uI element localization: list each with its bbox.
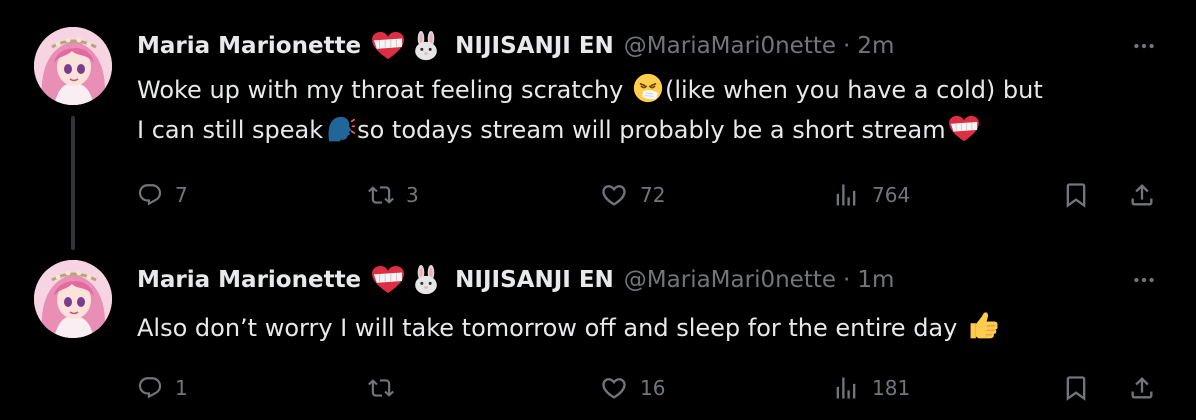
tweet-2[interactable]: Maria Marionette NIJISANJI EN @MariaMari… bbox=[0, 240, 1196, 420]
reply-count: 1 bbox=[175, 376, 188, 400]
tweet-header: Maria Marionette NIJISANJI EN @MariaMari… bbox=[137, 29, 894, 63]
text-segment: (like when you have a cold) but bbox=[664, 76, 1043, 104]
views-icon bbox=[832, 181, 860, 209]
bandaged-heart-emoji bbox=[371, 265, 405, 295]
bandaged-heart-emoji bbox=[371, 31, 405, 61]
views-button[interactable]: 181 bbox=[832, 368, 910, 408]
timestamp[interactable]: 2m bbox=[857, 33, 894, 59]
reply-icon bbox=[137, 182, 163, 208]
like-count: 72 bbox=[640, 183, 666, 207]
author-handle[interactable]: @MariaMari0nette bbox=[624, 33, 836, 59]
bookmark-icon bbox=[1062, 374, 1090, 402]
views-icon bbox=[832, 374, 860, 402]
text-segment: so todays stream will probably be a shor… bbox=[357, 116, 946, 144]
retweet-icon bbox=[368, 182, 394, 208]
more-icon bbox=[1131, 267, 1157, 293]
text-segment: I can still speak bbox=[137, 116, 324, 144]
bookmark-icon bbox=[1062, 181, 1090, 209]
more-options-button[interactable] bbox=[1128, 266, 1160, 294]
thumbs-up-emoji bbox=[967, 309, 999, 341]
tweet-text: Woke up with my throat feeling scratchy … bbox=[137, 70, 1177, 150]
more-icon bbox=[1131, 33, 1157, 59]
tweet-1[interactable]: Maria Marionette NIJISANJI EN @MariaMari… bbox=[0, 0, 1196, 250]
like-button[interactable]: 16 bbox=[600, 368, 665, 408]
bookmark-button[interactable] bbox=[1062, 368, 1090, 408]
timestamp[interactable]: 1m bbox=[857, 267, 894, 293]
retweet-button[interactable] bbox=[368, 368, 406, 408]
like-button[interactable]: 72 bbox=[600, 175, 665, 215]
reply-button[interactable]: 7 bbox=[137, 175, 188, 215]
tweet-actions: 1 16 181 bbox=[0, 368, 1196, 408]
like-icon bbox=[600, 181, 628, 209]
share-button[interactable] bbox=[1128, 175, 1156, 215]
retweet-icon bbox=[368, 375, 394, 401]
separator-dot: · bbox=[843, 33, 851, 59]
share-button[interactable] bbox=[1128, 368, 1156, 408]
retweet-count: 3 bbox=[406, 183, 419, 207]
tweet-actions: 7 3 72 764 bbox=[0, 175, 1196, 215]
rabbit-emoji bbox=[411, 265, 441, 295]
bandaged-heart-emoji bbox=[948, 115, 980, 143]
views-button[interactable]: 764 bbox=[832, 175, 910, 215]
sneezing-face-emoji bbox=[633, 73, 663, 103]
tweet-header: Maria Marionette NIJISANJI EN @MariaMari… bbox=[137, 263, 894, 297]
view-count: 181 bbox=[872, 376, 911, 400]
reply-button[interactable]: 1 bbox=[137, 368, 188, 408]
retweet-button[interactable]: 3 bbox=[368, 175, 419, 215]
view-count: 764 bbox=[872, 183, 911, 207]
like-count: 16 bbox=[640, 376, 666, 400]
share-icon bbox=[1128, 181, 1156, 209]
like-icon bbox=[600, 374, 628, 402]
author-name[interactable]: Maria Marionette bbox=[137, 33, 361, 59]
separator-dot: · bbox=[843, 267, 851, 293]
rabbit-emoji bbox=[411, 31, 441, 61]
author-handle[interactable]: @MariaMari0nette bbox=[624, 267, 836, 293]
text-segment: Also don’t worry I will take tomorrow of… bbox=[137, 314, 965, 342]
tweet-text: Also don’t worry I will take tomorrow of… bbox=[137, 308, 1177, 348]
more-options-button[interactable] bbox=[1128, 32, 1160, 60]
reply-icon bbox=[137, 375, 163, 401]
reply-count: 7 bbox=[175, 183, 188, 207]
author-affiliation: NIJISANJI EN bbox=[455, 33, 614, 59]
share-icon bbox=[1128, 374, 1156, 402]
author-affiliation: NIJISANJI EN bbox=[455, 267, 614, 293]
bookmark-button[interactable] bbox=[1062, 175, 1090, 215]
speaking-head-emoji bbox=[325, 113, 355, 143]
text-segment: Woke up with my throat feeling scratchy bbox=[137, 76, 631, 104]
avatar[interactable] bbox=[34, 260, 112, 338]
avatar[interactable] bbox=[34, 27, 112, 105]
author-name[interactable]: Maria Marionette bbox=[137, 267, 361, 293]
